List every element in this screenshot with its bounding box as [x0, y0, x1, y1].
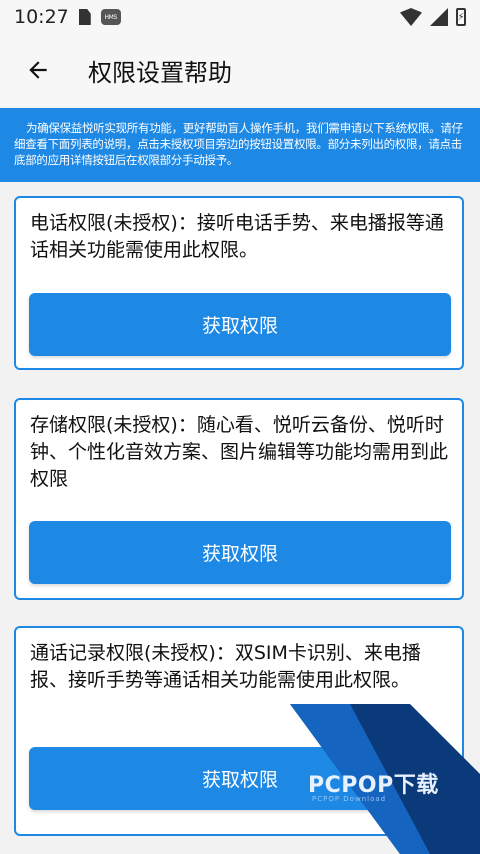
grant-phone-permission-button[interactable]: 获取权限 [29, 293, 451, 356]
status-left: 10:27 HMS [14, 6, 121, 28]
page-title: 权限设置帮助 [88, 58, 232, 87]
permission-card-storage: 存储权限(未授权)：随心看、悦听云备份、悦听时钟、个性化音效方案、图片编辑等功能… [14, 398, 464, 600]
permission-card-call-log: 通话记录权限(未授权)：双SIM卡识别、来电播报、接听手势等通话相关功能需使用此… [14, 626, 464, 836]
back-button[interactable] [10, 42, 66, 98]
permission-description: 电话权限(未授权)：接听电话手势、来电播报等通话相关功能需使用此权限。 [30, 212, 444, 261]
sim-card-icon [78, 9, 91, 25]
signal-icon [430, 8, 448, 26]
arrow-left-icon [29, 61, 47, 79]
watermark-subtext: PCPOP Download [312, 795, 387, 803]
status-time: 10:27 [14, 6, 69, 28]
permission-description: 通话记录权限(未授权)：双SIM卡识别、来电播报、接听手势等通话相关功能需使用此… [30, 642, 421, 691]
status-right: ⚡ [400, 8, 466, 26]
app-bar: 权限设置帮助 [0, 34, 480, 106]
permission-description: 存储权限(未授权)：随心看、悦听云备份、悦听时钟、个性化音效方案、图片编辑等功能… [30, 414, 449, 490]
grant-call-log-permission-button[interactable]: 获取权限 [29, 747, 451, 810]
grant-storage-permission-button[interactable]: 获取权限 [29, 521, 451, 584]
permission-card-phone: 电话权限(未授权)：接听电话手势、来电播报等通话相关功能需使用此权限。 获取权限 [14, 196, 464, 370]
status-bar: 10:27 HMS ⚡ [0, 0, 480, 34]
hms-icon: HMS [100, 9, 121, 25]
battery-charging-icon: ⚡ [456, 8, 466, 26]
info-banner: 为确保保益悦听实现所有功能，更好帮助盲人操作手机，我们需申请以下系统权限。请仔细… [0, 108, 480, 182]
wifi-icon [400, 8, 422, 26]
